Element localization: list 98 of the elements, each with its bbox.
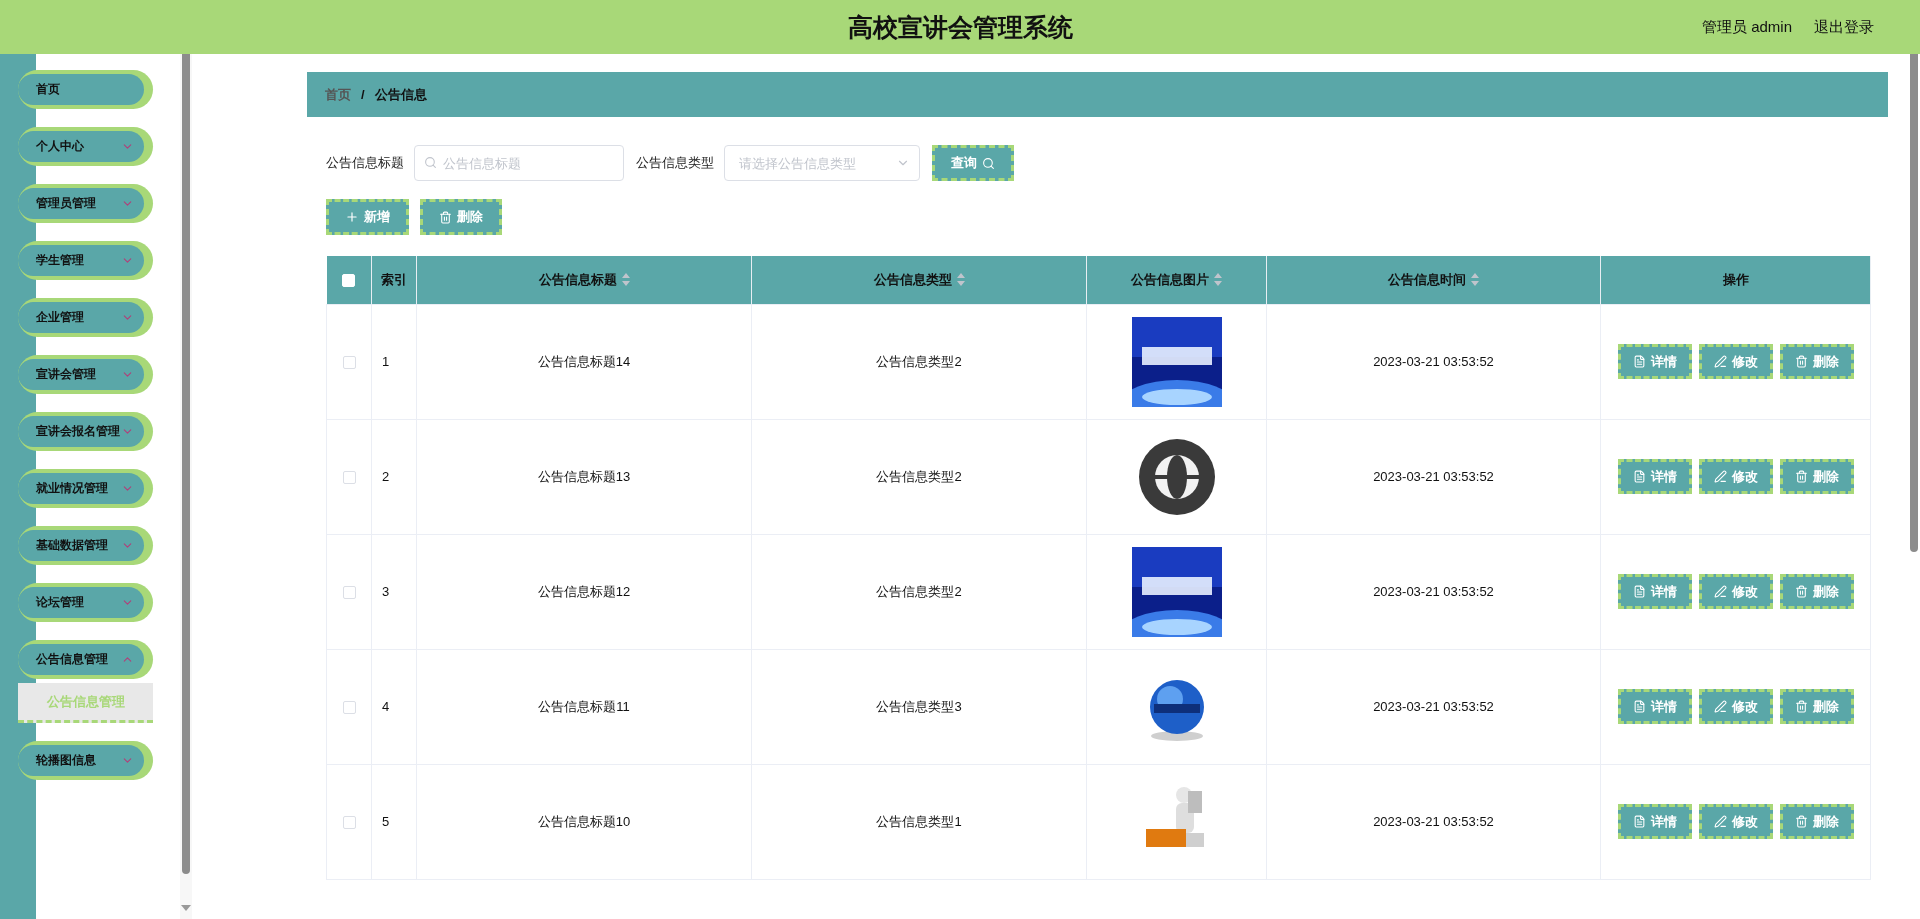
table-cell: 5: [382, 814, 390, 829]
edit-button[interactable]: 修改: [1698, 344, 1773, 379]
field-label: 公告信息类型: [636, 154, 714, 172]
table-cell: 4: [382, 699, 390, 714]
sort-icon[interactable]: [1471, 273, 1479, 287]
column-header: 操作: [1600, 256, 1871, 304]
table-cell: 公告信息类型2: [876, 353, 962, 369]
plus-icon: [345, 210, 359, 224]
delete-button[interactable]: 删除: [1779, 689, 1854, 724]
row-checkbox[interactable]: [342, 586, 356, 600]
trash-icon: [1794, 700, 1808, 713]
detail-button[interactable]: 详情: [1617, 689, 1692, 724]
table-cell: 公告信息类型1: [876, 813, 962, 829]
document-icon: [1632, 815, 1646, 828]
delete-button[interactable]: 删除: [1779, 574, 1854, 609]
sort-icon[interactable]: [1214, 273, 1222, 287]
document-icon: [1632, 355, 1646, 368]
row-checkbox[interactable]: [342, 816, 356, 830]
scrollbar-thumb[interactable]: [1910, 54, 1918, 552]
breadcrumb-item: 公告信息: [374, 85, 427, 104]
select-all-checkbox[interactable]: [342, 274, 356, 288]
edit-button[interactable]: 修改: [1698, 689, 1773, 724]
sidebar-item[interactable]: 就业情况管理: [18, 469, 153, 508]
logout-link[interactable]: 退出登录: [1814, 17, 1874, 37]
user-label: 管理员 admin: [1701, 17, 1792, 37]
table-cell: 3: [382, 584, 390, 599]
table-cell: 公告信息类型2: [876, 468, 962, 484]
sidebar-item[interactable]: 轮播图信息: [18, 741, 153, 780]
detail-button[interactable]: 详情: [1617, 459, 1692, 494]
sort-icon[interactable]: [956, 273, 965, 287]
table-cell: 公告信息类型2: [876, 583, 962, 599]
table-cell: 公告信息类型3: [876, 698, 962, 714]
table-cell: 公告信息标题10: [537, 813, 631, 829]
search-icon: [424, 156, 437, 169]
detail-button[interactable]: 详情: [1617, 804, 1692, 839]
row-checkbox[interactable]: [342, 701, 356, 715]
detail-button[interactable]: 详情: [1617, 344, 1692, 379]
pen-icon: [1713, 470, 1727, 483]
sidebar-item[interactable]: 论坛管理: [18, 583, 153, 622]
sidebar-item[interactable]: 企业管理: [18, 298, 153, 337]
select-field[interactable]: 请选择公告信息类型: [724, 145, 920, 181]
pen-icon: [1713, 815, 1727, 828]
pen-icon: [1713, 585, 1727, 598]
document-icon: [1632, 700, 1646, 713]
breadcrumb-item[interactable]: 首页: [325, 85, 351, 104]
table-cell: 公告信息标题12: [537, 583, 631, 599]
sidebar-item[interactable]: 学生管理: [18, 241, 153, 280]
delete-button[interactable]: 删除: [1779, 344, 1854, 379]
table-cell: 公告信息标题11: [538, 698, 630, 714]
sidebar-item[interactable]: 首页: [18, 70, 153, 109]
row-checkbox[interactable]: [342, 471, 356, 485]
edit-button[interactable]: 修改: [1698, 459, 1773, 494]
edit-button[interactable]: 修改: [1698, 804, 1773, 839]
sidebar-item[interactable]: 公告信息管理: [18, 640, 153, 679]
sidebar-item[interactable]: 宣讲会管理: [18, 355, 153, 394]
trash-icon: [1794, 355, 1808, 368]
edit-button[interactable]: 修改: [1698, 574, 1773, 609]
row-checkbox[interactable]: [342, 356, 356, 370]
breadcrumb-separator: /: [361, 87, 365, 102]
sort-icon[interactable]: [621, 273, 630, 287]
sidebar-item[interactable]: 基础数据管理: [18, 526, 153, 565]
document-icon: [1632, 470, 1646, 483]
document-icon: [1632, 585, 1646, 598]
table-cell: 2023-03-21 03:53:52: [1373, 699, 1494, 714]
trash-icon: [1794, 815, 1808, 828]
trash-icon: [439, 210, 452, 224]
field-label: 公告信息标题: [326, 154, 404, 172]
add-button[interactable]: 新增: [326, 199, 409, 235]
column-header: 索引: [371, 256, 417, 304]
delete-button[interactable]: 删除: [1779, 804, 1854, 839]
column-header[interactable]: 公告信息时间: [1266, 256, 1601, 304]
pen-icon: [1713, 700, 1727, 713]
scrollbar-thumb[interactable]: [182, 54, 190, 874]
table-cell: 公告信息标题14: [537, 353, 631, 369]
delete-button[interactable]: 删除: [1779, 459, 1854, 494]
detail-button[interactable]: 详情: [1617, 574, 1692, 609]
query-button[interactable]: 查询: [932, 145, 1014, 181]
trash-icon: [1794, 470, 1808, 483]
sidebar-item[interactable]: 宣讲会报名管理: [18, 412, 153, 451]
trash-icon: [1794, 585, 1808, 598]
delete-button[interactable]: 删除: [420, 199, 502, 235]
column-header[interactable]: 公告信息类型: [751, 256, 1087, 304]
sidebar-item[interactable]: 管理员管理: [18, 184, 153, 223]
scroll-down-icon[interactable]: [181, 905, 191, 911]
app-title: 高校宣讲会管理系统: [847, 11, 1073, 43]
table-cell: 2023-03-21 03:53:52: [1373, 469, 1494, 484]
search-field[interactable]: 公告信息标题: [414, 145, 624, 181]
table-cell: 1: [382, 354, 390, 369]
table-cell: 2023-03-21 03:53:52: [1373, 584, 1494, 599]
column-header[interactable]: 公告信息图片: [1086, 256, 1267, 304]
table-cell: 2023-03-21 03:53:52: [1373, 814, 1494, 829]
search-icon: [982, 156, 995, 170]
table-cell: 2023-03-21 03:53:52: [1373, 354, 1494, 369]
column-header[interactable]: 公告信息标题: [416, 256, 752, 304]
sidebar-item[interactable]: 个人中心: [18, 127, 153, 166]
table-cell: 2: [382, 469, 390, 484]
pen-icon: [1713, 355, 1727, 368]
table-cell: 公告信息标题13: [537, 468, 631, 484]
